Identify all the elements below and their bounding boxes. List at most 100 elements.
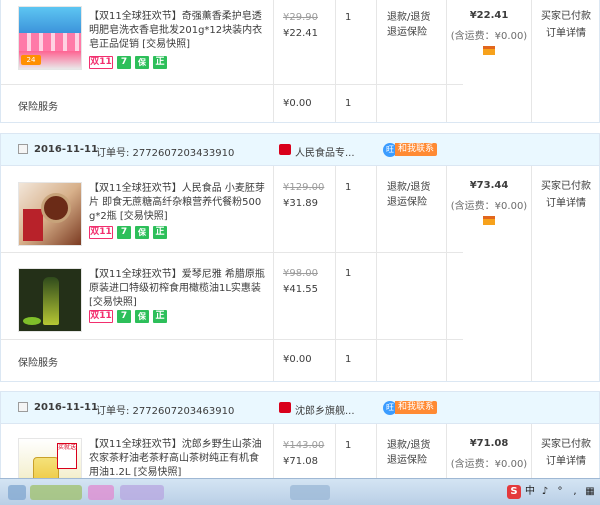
- order-table: 24 【双11全球狂欢节】奇强薰香柔护皂透明肥皂洗衣香皂批发201g*12块装内…: [0, 0, 600, 123]
- return-insurance-link[interactable]: 退运保险: [387, 195, 430, 210]
- return-insurance-link[interactable]: 退运保险: [387, 453, 430, 468]
- taskbar-app-button[interactable]: [30, 485, 82, 500]
- credit-card-icon: [483, 46, 495, 55]
- return-insurance-link[interactable]: 退运保险: [387, 25, 430, 40]
- ime-language-indicator[interactable]: 中: [524, 486, 536, 498]
- order-details-link[interactable]: 订单详情: [531, 195, 600, 212]
- insurance-qty: 1: [345, 354, 352, 365]
- refund-return-link[interactable]: 退款/退货: [387, 438, 430, 453]
- sogou-ime-icon[interactable]: S: [507, 485, 521, 499]
- after-sale-services: 退款/退货 退运保险: [387, 10, 430, 40]
- consumer-protection-badge[interactable]: 保: [135, 56, 149, 69]
- order-date: 2016-11-11: [34, 144, 98, 155]
- shipping-fee: (含运费：¥0.00): [450, 31, 528, 42]
- insurance-price: ¥0.00: [283, 354, 312, 365]
- product-thumbnail[interactable]: 24: [18, 6, 82, 70]
- authentic-badge[interactable]: 正: [153, 226, 167, 239]
- product-title-link[interactable]: 【双11全球狂欢节】奇强薰香柔护皂透明肥皂洗衣香皂批发201g*12块装内衣皂正…: [89, 10, 267, 52]
- order-details-link[interactable]: 订单详情: [531, 453, 600, 470]
- seven-day-return-badge[interactable]: 7: [117, 56, 131, 69]
- paid-price: ¥31.89: [283, 198, 318, 209]
- insurance-price: ¥0.00: [283, 98, 312, 109]
- consumer-protection-badge[interactable]: 保: [135, 310, 149, 323]
- keyboard-icon[interactable]: ▦: [584, 486, 596, 498]
- order-header: 2016-11-11 订单号: 2772607203433910 人民食品专..…: [0, 133, 600, 166]
- insurance-qty: 1: [345, 98, 352, 109]
- order-total-amount: ¥22.41: [469, 10, 509, 21]
- product-thumbnail[interactable]: 买就送: [18, 438, 82, 478]
- product-thumbnail[interactable]: [18, 268, 82, 332]
- order-total-amount: ¥73.44: [469, 180, 509, 191]
- order-checkbox[interactable]: [18, 144, 28, 154]
- double11-badge[interactable]: 双11: [89, 56, 113, 69]
- taskbar: S 中 ♪ ° , ▦: [0, 478, 600, 505]
- taskbar-app-button[interactable]: [8, 485, 26, 500]
- product-thumbnail[interactable]: [18, 182, 82, 246]
- order-list: 24 【双11全球狂欢节】奇强薰香柔护皂透明肥皂洗衣香皂批发201g*12块装内…: [0, 0, 600, 478]
- punctuation-icon[interactable]: ,: [569, 486, 581, 498]
- contact-seller-button[interactable]: 旺 和我联系: [383, 400, 438, 415]
- shipping-fee: (含运费：¥0.00): [450, 201, 528, 212]
- after-sale-services: 退款/退货 退运保险: [387, 180, 430, 210]
- taskbar-app-button[interactable]: [120, 485, 164, 500]
- order-number: 订单号: 2772607203433910: [96, 148, 235, 159]
- shop-name-link[interactable]: 沈郎乡旗舰...: [295, 402, 355, 417]
- contact-seller-button[interactable]: 旺 和我联系: [383, 142, 438, 157]
- quantity: 1: [345, 268, 352, 279]
- double11-badge[interactable]: 双11: [89, 310, 113, 323]
- order-total: ¥22.41 (含运费：¥0.00): [449, 10, 529, 58]
- service-badges: 双11 7 保 正: [89, 226, 167, 241]
- order-date: 2016-11-11: [34, 402, 98, 413]
- tmall-icon: [279, 144, 291, 155]
- original-price: ¥29.90: [283, 12, 318, 23]
- order-status: 买家已付款 订单详情: [531, 178, 600, 212]
- consumer-protection-badge[interactable]: 保: [135, 226, 149, 239]
- product-title-link[interactable]: 【双11全球狂欢节】沈郎乡野生山茶油农家茶籽油老茶籽高山茶树纯正有机食用油1.2…: [89, 438, 267, 478]
- status-text: 买家已付款: [541, 439, 591, 450]
- order-total: ¥71.08 (含运费：¥0.00): [449, 438, 529, 470]
- refund-return-link[interactable]: 退款/退货: [387, 180, 430, 195]
- order-table: 买就送 【双11全球狂欢节】沈郎乡野生山茶油农家茶籽油老茶籽高山茶树纯正有机食用…: [0, 424, 600, 478]
- order-total-amount: ¥71.08: [469, 438, 509, 449]
- insurance-label: 保险服务: [18, 102, 58, 113]
- order-checkbox[interactable]: [18, 402, 28, 412]
- order-table: 【双11全球狂欢节】人民食品 小麦胚芽片 即食无蔗糖高纤杂粮营养代餐粉500g*…: [0, 166, 600, 382]
- order-total: ¥73.44 (含运费：¥0.00): [449, 180, 529, 228]
- degree-icon[interactable]: °: [554, 486, 566, 498]
- product-title-link[interactable]: 【双11全球狂欢节】人民食品 小麦胚芽片 即食无蔗糖高纤杂粮营养代餐粉500g*…: [89, 182, 267, 224]
- service-badges: 双11 7 保 正: [89, 310, 167, 325]
- after-sale-services: 退款/退货 退运保险: [387, 438, 430, 468]
- original-price: ¥129.00: [283, 182, 325, 193]
- order-status: 买家已付款 订单详情: [531, 8, 600, 42]
- paid-price: ¥41.55: [283, 284, 318, 295]
- authentic-badge[interactable]: 正: [153, 310, 167, 323]
- shipping-fee: (含运费：¥0.00): [450, 459, 528, 470]
- original-price: ¥143.00: [283, 440, 325, 451]
- order-details-link[interactable]: 订单详情: [531, 25, 600, 42]
- credit-card-icon: [483, 216, 495, 225]
- system-tray: S 中 ♪ ° , ▦: [507, 483, 596, 501]
- order-status: 买家已付款 订单详情: [531, 436, 600, 470]
- product-title-link[interactable]: 【双11全球狂欢节】爱琴尼雅 希腊原瓶原装进口特级初榨食用橄榄油1L实惠装 [交…: [89, 268, 267, 310]
- quantity: 1: [345, 12, 352, 23]
- seven-day-return-badge[interactable]: 7: [117, 226, 131, 239]
- order-number: 订单号: 2772607203463910: [96, 406, 235, 417]
- paid-price: ¥22.41: [283, 28, 318, 39]
- quantity: 1: [345, 182, 352, 193]
- insurance-label: 保险服务: [18, 358, 58, 369]
- original-price: ¥98.00: [283, 268, 318, 279]
- paid-price: ¥71.08: [283, 456, 318, 467]
- order-header: 2016-11-11 订单号: 2772607203463910 沈郎乡旗舰..…: [0, 391, 600, 424]
- shop-name-link[interactable]: 人民食品专...: [295, 144, 355, 159]
- double11-badge[interactable]: 双11: [89, 226, 113, 239]
- quantity: 1: [345, 440, 352, 451]
- taskbar-app-button[interactable]: [290, 485, 330, 500]
- volume-icon[interactable]: ♪: [539, 486, 551, 498]
- refund-return-link[interactable]: 退款/退货: [387, 10, 430, 25]
- authentic-badge[interactable]: 正: [153, 56, 167, 69]
- service-badges: 双11 7 保 正: [89, 56, 167, 71]
- status-text: 买家已付款: [541, 181, 591, 192]
- taskbar-app-button[interactable]: [88, 485, 114, 500]
- status-text: 买家已付款: [541, 11, 591, 22]
- seven-day-return-badge[interactable]: 7: [117, 310, 131, 323]
